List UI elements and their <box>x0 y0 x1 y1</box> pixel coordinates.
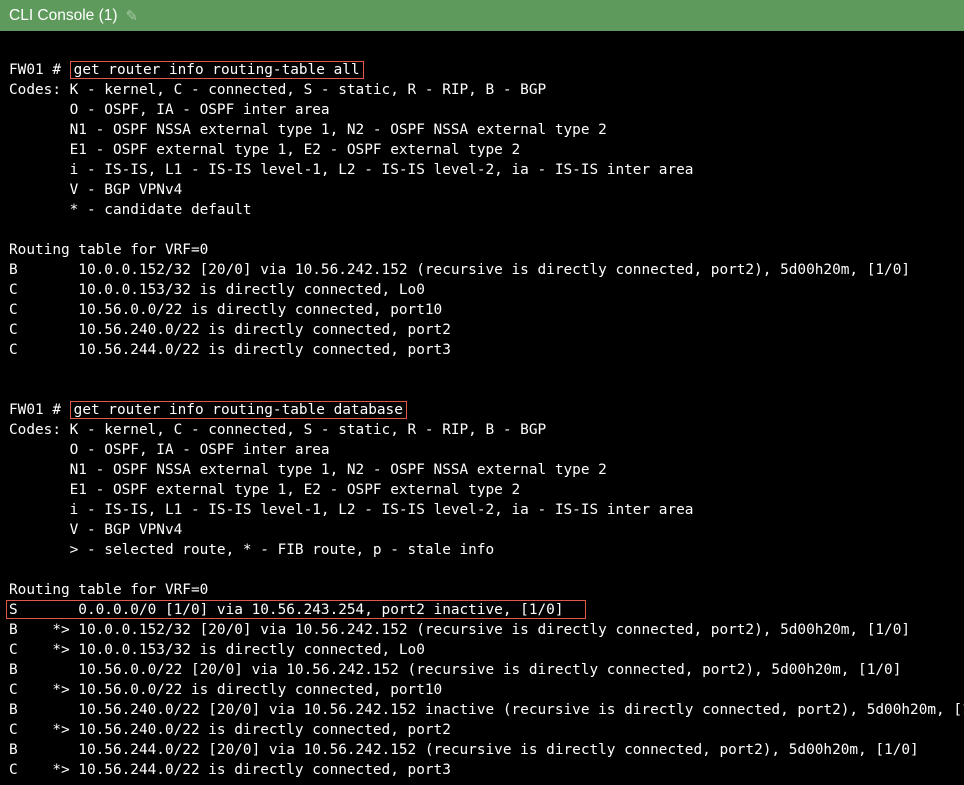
codes-line: N1 - OSPF NSSA external type 1, N2 - OSP… <box>9 122 607 138</box>
routing-table-header: Routing table for VRF=0 <box>9 242 209 258</box>
codes-line: V - BGP VPNv4 <box>9 182 183 198</box>
codes-line: > - selected route, * - FIB route, p - s… <box>9 542 495 558</box>
codes-line: E1 - OSPF external type 1, E2 - OSPF ext… <box>9 142 521 158</box>
route-line: B 10.56.244.0/22 [20/0] via 10.56.242.15… <box>9 742 919 758</box>
route-line: C 10.56.0.0/22 is directly connected, po… <box>9 302 443 318</box>
codes-line: Codes: K - kernel, C - connected, S - st… <box>9 422 547 438</box>
codes-line: V - BGP VPNv4 <box>9 522 183 538</box>
codes-line: i - IS-IS, L1 - IS-IS level-1, L2 - IS-I… <box>9 162 694 178</box>
cli-output[interactable]: FW01 # get router info routing-table all… <box>0 31 964 785</box>
route-line: C *> 10.0.0.153/32 is directly connected… <box>9 642 425 658</box>
prompt: FW01 # <box>9 62 70 78</box>
codes-line: E1 - OSPF external type 1, E2 - OSPF ext… <box>9 482 521 498</box>
route-line: B *> 10.0.0.152/32 [20/0] via 10.56.242.… <box>9 622 911 638</box>
codes-line: O - OSPF, IA - OSPF inter area <box>9 102 330 118</box>
pencil-icon[interactable]: ✎ <box>126 7 139 25</box>
route-line-static: S 0.0.0.0/0 [1/0] via 10.56.243.254, por… <box>9 602 564 618</box>
codes-line: * - candidate default <box>9 202 252 218</box>
codes-line: i - IS-IS, L1 - IS-IS level-1, L2 - IS-I… <box>9 502 694 518</box>
prompt-line: FW01 # get router info routing-table all <box>9 60 364 80</box>
route-line: B 10.56.0.0/22 [20/0] via 10.56.242.152 … <box>9 662 902 678</box>
prompt-line: FW01 # get router info routing-table dat… <box>9 400 407 420</box>
routing-table-header: Routing table for VRF=0 <box>9 582 209 598</box>
prompt: FW01 # <box>9 402 70 418</box>
route-line: C *> 10.56.240.0/22 is directly connecte… <box>9 722 451 738</box>
route-line: C 10.0.0.153/32 is directly connected, L… <box>9 282 425 298</box>
codes-line: O - OSPF, IA - OSPF inter area <box>9 442 330 458</box>
route-line: B 10.56.240.0/22 [20/0] via 10.56.242.15… <box>9 702 964 718</box>
route-line: B 10.0.0.152/32 [20/0] via 10.56.242.152… <box>9 262 911 278</box>
route-line: C *> 10.56.0.0/22 is directly connected,… <box>9 682 443 698</box>
route-line: C *> 10.56.244.0/22 is directly connecte… <box>9 762 451 778</box>
command-highlight: get router info routing-table database <box>69 401 407 419</box>
route-line: C 10.56.244.0/22 is directly connected, … <box>9 342 451 358</box>
route-line: C 10.56.240.0/22 is directly connected, … <box>9 322 451 338</box>
codes-line: N1 - OSPF NSSA external type 1, N2 - OSP… <box>9 462 607 478</box>
command-highlight: get router info routing-table all <box>69 61 364 79</box>
console-title: CLI Console (1) <box>9 6 118 24</box>
console-titlebar: CLI Console (1) ✎ <box>0 0 964 31</box>
codes-line: Codes: K - kernel, C - connected, S - st… <box>9 82 547 98</box>
